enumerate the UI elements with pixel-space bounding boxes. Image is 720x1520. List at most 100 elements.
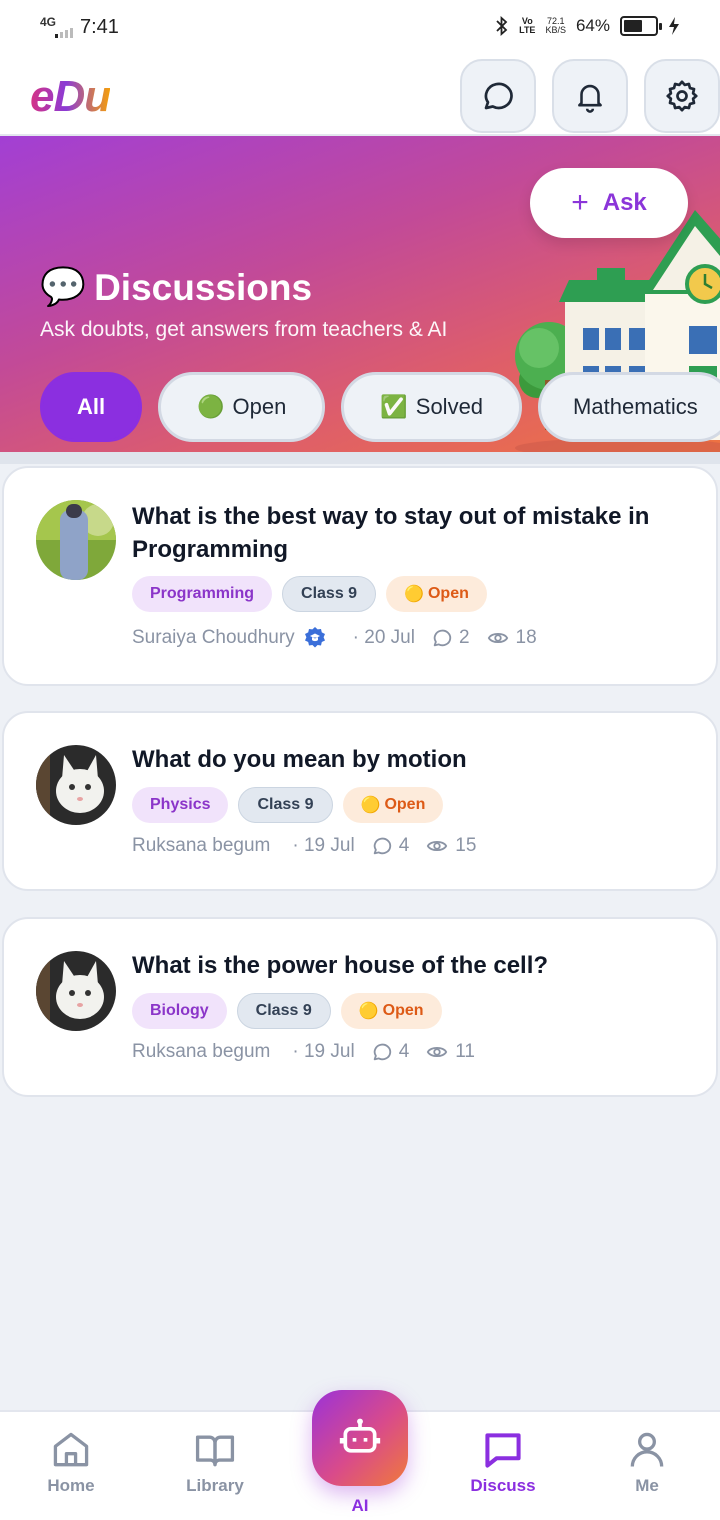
comment-count: 2 <box>431 627 470 649</box>
post-date: · 19 Jul <box>292 1041 355 1062</box>
post-date: · 19 Jul <box>292 835 355 856</box>
filter-solved[interactable]: ✅ Solved <box>341 372 523 442</box>
check-icon: ✅ <box>380 394 408 419</box>
comment-count: 4 <box>371 1041 409 1063</box>
question-card[interactable]: What is the best way to stay out of mist… <box>2 466 718 686</box>
plus-icon: + <box>571 186 589 219</box>
filter-mathematics[interactable]: Mathematics <box>538 372 720 442</box>
status-emoji: 🟡 <box>360 797 381 814</box>
question-title: What is the best way to stay out of mist… <box>132 503 650 563</box>
page-title: 💬 Discussions <box>40 266 312 309</box>
subject-tag: Programming <box>132 576 273 612</box>
status-time: 7:41 <box>80 16 119 38</box>
status-emoji: 🟡 <box>404 586 424 603</box>
discussions-hero: + Ask 💬 Discussions Ask doubts, get answ… <box>0 136 720 452</box>
nav-discuss[interactable]: Discuss <box>448 1428 558 1496</box>
nav-home[interactable]: Home <box>16 1428 126 1496</box>
bell-icon <box>578 84 602 113</box>
subject-tag: Physics <box>132 787 229 823</box>
avatar <box>36 951 116 1031</box>
filter-label: All <box>77 394 106 419</box>
discuss-icon <box>485 1433 521 1468</box>
nav-label: Home <box>47 1476 95 1495</box>
nav-me[interactable]: Me <box>592 1428 702 1496</box>
post-date: · 20 Jul <box>352 627 415 648</box>
question-meta: Ruksana begum · 19 Jul 4 11 <box>132 1041 475 1063</box>
status-badge: 🟡 Open <box>386 576 487 612</box>
filter-label: Open <box>232 394 287 419</box>
status-label: Open <box>427 585 469 602</box>
author-name: Ruksana begum <box>132 835 271 856</box>
app-header: eDu <box>0 56 720 136</box>
filter-chips: All 🟢 Open ✅ Solved Mathematics <box>40 372 720 442</box>
page-title-text: Discussions <box>94 266 313 308</box>
avatar <box>36 745 116 825</box>
status-label: Open <box>384 796 426 813</box>
nav-label: Library <box>186 1476 244 1495</box>
author-name: Ruksana begum <box>132 1041 271 1062</box>
chat-button[interactable] <box>460 59 536 133</box>
ask-question-button[interactable]: + Ask <box>530 168 688 238</box>
nav-library[interactable]: Library <box>160 1428 270 1496</box>
app-logo: eDu <box>30 72 111 121</box>
question-tags: Programming Class 9 🟡 Open <box>132 576 487 612</box>
filter-label: Solved <box>415 394 484 419</box>
ask-button-label: Ask <box>602 189 647 216</box>
notifications-button[interactable] <box>552 59 628 133</box>
book-icon <box>195 1435 235 1467</box>
ai-button[interactable] <box>312 1390 408 1486</box>
nav-ai-label: AI <box>351 1496 369 1515</box>
battery-icon <box>620 16 662 36</box>
page-subtitle: Ask doubts, get answers from teachers & … <box>40 318 448 341</box>
filter-all[interactable]: All <box>40 372 143 442</box>
nav-label: Me <box>635 1476 659 1495</box>
view-count: 11 <box>425 1041 475 1063</box>
settings-button[interactable] <box>644 59 720 133</box>
robot-icon <box>339 1418 381 1453</box>
home-icon <box>53 1432 89 1467</box>
class-tag: Class 9 <box>236 993 331 1029</box>
question-tags: Biology Class 9 🟡 Open <box>132 993 442 1029</box>
question-meta: Suraiya Choudhury · 20 Jul 2 18 <box>132 626 537 650</box>
question-card[interactable]: What do you mean by motion Physics Class… <box>2 711 718 891</box>
status-badge: 🟡 Open <box>342 787 444 823</box>
nav-label: Discuss <box>470 1476 536 1495</box>
section-divider <box>0 452 720 464</box>
comment-icon <box>373 837 391 855</box>
question-card[interactable]: What is the power house of the cell? Bio… <box>2 917 718 1097</box>
status-label: Open <box>382 1002 424 1019</box>
class-tag: Class 9 <box>282 576 377 612</box>
chat-icon <box>484 82 513 110</box>
gear-icon <box>666 80 698 112</box>
author-name: Suraiya Choudhury <box>132 627 295 648</box>
comment-count: 4 <box>371 835 409 857</box>
question-meta: Ruksana begum · 19 Jul 4 15 <box>132 835 476 857</box>
charging-icon <box>669 17 679 35</box>
speech-bubble-emoji: 💬 <box>40 266 87 307</box>
filter-open[interactable]: 🟢 Open <box>158 372 326 442</box>
view-count: 18 <box>486 627 537 649</box>
signal-icon <box>55 28 73 38</box>
eye-icon <box>487 632 508 644</box>
verified-icon <box>304 627 325 648</box>
question-title: What do you mean by motion <box>132 746 467 773</box>
view-count: 15 <box>425 835 476 857</box>
status-emoji: 🟡 <box>358 1003 379 1020</box>
battery-percent: 64% <box>575 16 610 35</box>
status-badge: 🟡 Open <box>340 993 442 1029</box>
avatar <box>36 500 116 580</box>
network-speed: 72.1 KB/S <box>545 16 566 35</box>
status-bar: 4G 7:41 Vo LTE 72.1 KB/S 64% <box>0 0 720 56</box>
comment-icon <box>433 629 452 647</box>
question-title: What is the power house of the cell? <box>132 952 549 979</box>
class-tag: Class 9 <box>238 787 333 823</box>
subject-tag: Biology <box>132 993 227 1029</box>
question-tags: Physics Class 9 🟡 Open <box>132 787 444 823</box>
green-circle-icon: 🟢 <box>197 394 225 419</box>
filter-label: Mathematics <box>573 394 698 419</box>
network-type: 4G <box>40 15 57 29</box>
volte-indicator: Vo LTE <box>519 16 536 35</box>
user-icon <box>630 1432 664 1467</box>
eye-icon <box>427 840 448 852</box>
bluetooth-icon <box>496 16 508 36</box>
